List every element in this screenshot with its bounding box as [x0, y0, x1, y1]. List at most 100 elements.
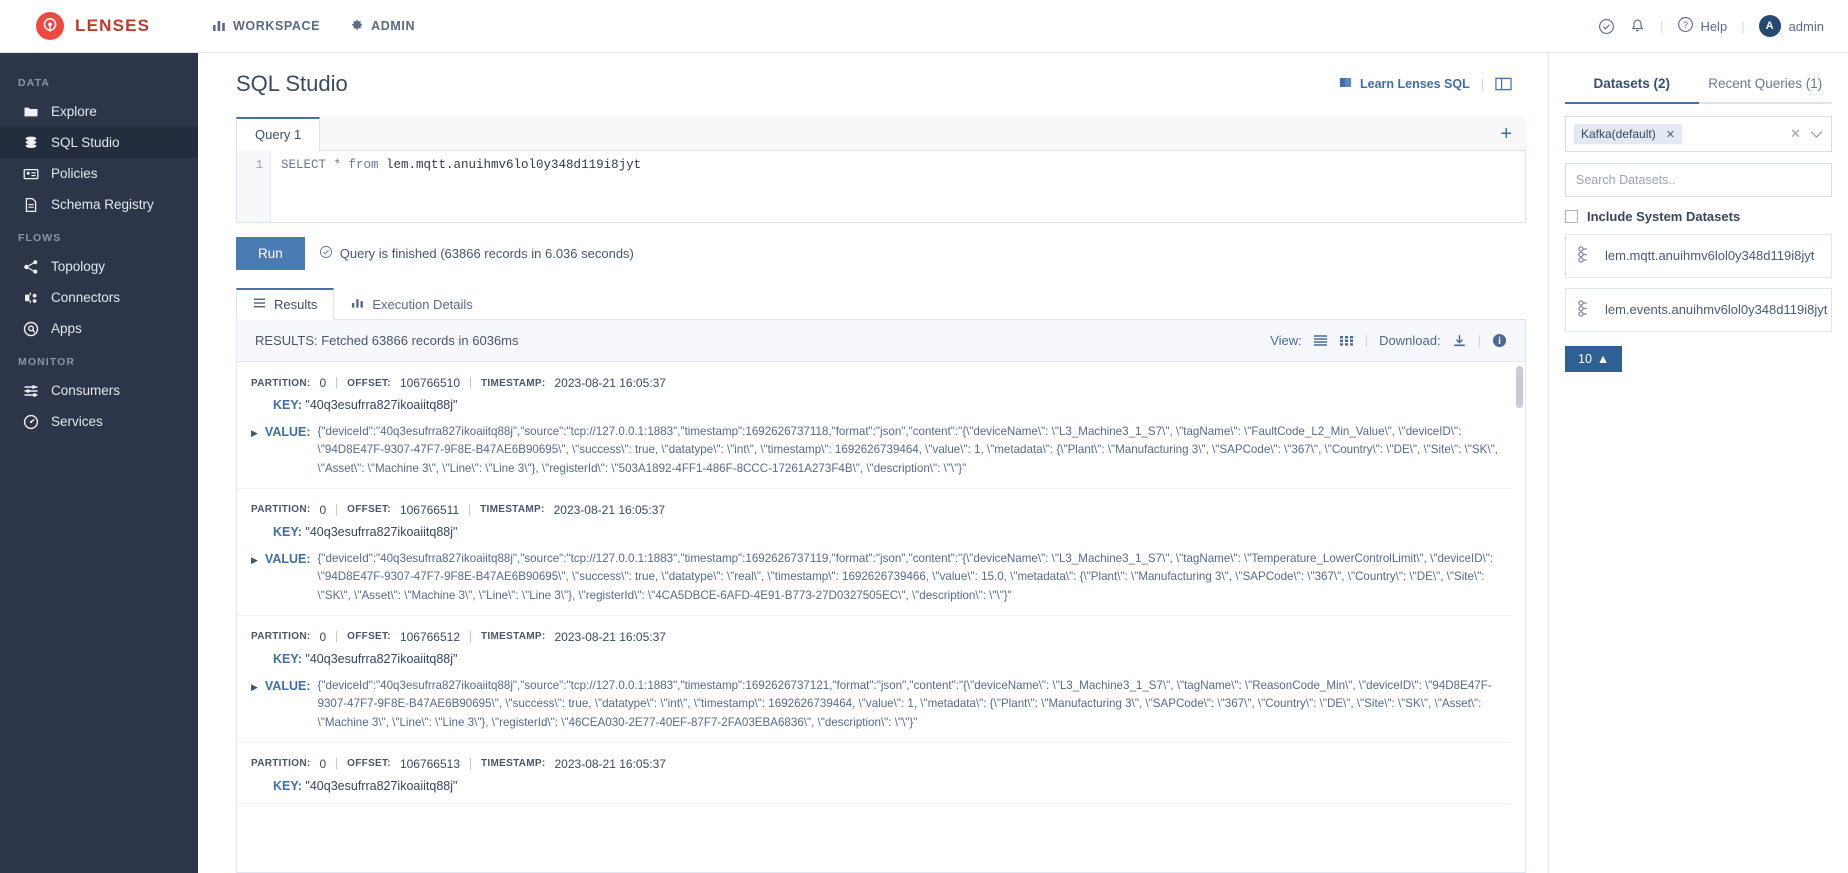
toggle-panel-icon[interactable] [1495, 76, 1512, 92]
run-button[interactable]: Run [236, 237, 305, 270]
record-meta: PARTITION: 0 | OFFSET: 106766510 | TIMES… [251, 376, 1501, 390]
sidebar-item-schema-registry[interactable]: Schema Registry [0, 189, 198, 220]
divider: | [468, 504, 471, 516]
page-header: SQL Studio Learn Lenses SQL | [236, 71, 1526, 97]
results-view-controls: View: | Download: | [1270, 333, 1507, 348]
results-summary-label: RESULTS: Fetched 63866 records in 6036ms [255, 333, 519, 348]
sidebar-item-apps[interactable]: Apps [0, 313, 198, 344]
brand[interactable]: LENSES [0, 12, 198, 40]
tab-results[interactable]: Results [236, 288, 334, 320]
sidebar-item-connectors[interactable]: Connectors [0, 282, 198, 313]
record-key: KEY: "40q3esufrra827ikoaiitq88j" [273, 779, 1501, 793]
view-grid-icon[interactable] [1339, 334, 1354, 347]
sidebar-item-label: Explore [51, 104, 97, 119]
search-datasets-input[interactable] [1566, 164, 1831, 196]
dataset-item-mqtt[interactable]: lem.mqtt.anuihmv6lol0y348d119i8jyt [1565, 234, 1832, 278]
record-key: KEY: "40q3esufrra827ikoaiitq88j" [273, 398, 1501, 412]
top-nav-workspace[interactable]: WORKSPACE [212, 18, 320, 35]
right-panel: Datasets (2) Recent Queries (1) Kafka(de… [1548, 53, 1848, 873]
remove-chip-icon[interactable]: ✕ [1666, 128, 1675, 141]
divider: | [1660, 19, 1663, 34]
record-row: PARTITION: 0 | OFFSET: 106766510 | TIMES… [237, 362, 1511, 489]
timestamp-label: TIMESTAMP: [480, 504, 544, 515]
run-row: Run Query is finished (63866 records in … [236, 237, 1526, 270]
offset-value: 106766511 [400, 503, 459, 517]
sidebar-item-explore[interactable]: Explore [0, 96, 198, 127]
tab-execution-details[interactable]: Execution Details [334, 289, 489, 319]
check-circle-icon [319, 245, 333, 262]
topic-icon [1578, 300, 1593, 320]
expand-caret-icon[interactable]: ▶ [251, 423, 258, 478]
include-system-datasets-checkbox[interactable] [1565, 210, 1578, 223]
connection-chip: Kafka(default) ✕ [1574, 124, 1682, 144]
page-size-label: 10 [1578, 352, 1592, 366]
query-status: Query is finished (63866 records in 6.03… [319, 245, 634, 262]
sidebar-item-sql-studio[interactable]: SQL Studio [0, 127, 198, 158]
query-table: lem.mqtt.anuihmv6lol0y348d119i8jyt [386, 158, 641, 172]
sidebar-item-label: Topology [51, 259, 105, 274]
record-meta: PARTITION: 0 | OFFSET: 106766513 | TIMES… [251, 757, 1501, 771]
sql-editor[interactable]: 1 SELECT * from lem.mqtt.anuihmv6lol0y34… [236, 151, 1526, 223]
offset-label: OFFSET: [347, 504, 391, 515]
partition-value: 0 [319, 630, 326, 644]
timestamp-label: TIMESTAMP: [481, 758, 545, 769]
editor-code[interactable]: SELECT * from lem.mqtt.anuihmv6lol0y348d… [271, 151, 1525, 222]
sidebar-item-label: Connectors [51, 290, 120, 305]
bell-icon[interactable] [1629, 18, 1646, 35]
query-tab-1[interactable]: Query 1 [236, 117, 320, 151]
partition-label: PARTITION: [251, 758, 310, 769]
include-system-datasets-label: Include System Datasets [1587, 209, 1740, 224]
record-meta: PARTITION: 0 | OFFSET: 106766511 | TIMES… [251, 503, 1501, 517]
check-circle-icon[interactable] [1598, 18, 1615, 35]
top-nav-admin-label: ADMIN [371, 19, 415, 33]
sidebar-item-consumers[interactable]: Consumers [0, 375, 198, 406]
tab-recent-queries[interactable]: Recent Queries (1) [1699, 67, 1833, 104]
help-button[interactable]: ? Help [1677, 16, 1727, 36]
view-list-icon[interactable] [1313, 334, 1328, 347]
record-meta: PARTITION: 0 | OFFSET: 106766512 | TIMES… [251, 630, 1501, 644]
divider: | [335, 377, 338, 389]
page-size-button[interactable]: 10 ▲ [1565, 346, 1622, 372]
query-status-label: Query is finished (63866 records in 6.03… [340, 246, 634, 261]
divider: | [469, 631, 472, 643]
expand-caret-icon[interactable]: ▶ [251, 550, 258, 605]
caret-up-icon: ▲ [1597, 352, 1609, 366]
include-system-datasets-row[interactable]: Include System Datasets [1565, 209, 1832, 224]
book-icon [1338, 75, 1353, 93]
query-tabs: Query 1 + [236, 117, 1526, 151]
top-nav-admin[interactable]: ADMIN [350, 18, 415, 35]
tab-datasets[interactable]: Datasets (2) [1565, 67, 1699, 104]
partition-label: PARTITION: [251, 378, 310, 389]
dataset-item-events[interactable]: lem.events.anuihmv6lol0y348d119i8jyt [1565, 288, 1832, 332]
sidebar-item-topology[interactable]: Topology [0, 251, 198, 282]
offset-label: OFFSET: [347, 758, 391, 769]
clear-selection-icon[interactable]: ✕ [1790, 126, 1801, 142]
learn-lenses-sql-link[interactable]: Learn Lenses SQL [1338, 75, 1470, 93]
file-icon [22, 196, 39, 213]
value-label: VALUE: [265, 423, 311, 478]
key-label: KEY: [273, 652, 302, 666]
record-row: PARTITION: 0 | OFFSET: 106766512 | TIMES… [237, 616, 1511, 743]
connection-select[interactable]: Kafka(default) ✕ ✕ [1565, 116, 1832, 152]
record-key: KEY: "40q3esufrra827ikoaiitq88j" [273, 525, 1501, 539]
dataset-item-label: lem.events.anuihmv6lol0y348d119i8jyt [1605, 301, 1827, 319]
info-icon[interactable] [1492, 333, 1507, 348]
user-menu[interactable]: A admin [1759, 15, 1824, 37]
record-row: PARTITION: 0 | OFFSET: 106766511 | TIMES… [237, 489, 1511, 616]
add-query-tab-button[interactable]: + [1500, 124, 1526, 144]
learn-lenses-sql-label: Learn Lenses SQL [1360, 77, 1470, 91]
top-bar-actions: | ? Help | A admin [1598, 15, 1848, 37]
download-icon[interactable] [1452, 334, 1467, 348]
value-label: VALUE: [265, 677, 311, 732]
search-datasets-box[interactable] [1565, 163, 1832, 197]
results-scrollbar[interactable] [1516, 366, 1523, 408]
record-key: KEY: "40q3esufrra827ikoaiitq88j" [273, 652, 1501, 666]
chevron-down-icon[interactable] [1810, 130, 1823, 139]
timestamp-value: 2023-08-21 16:05:37 [554, 503, 665, 517]
divider: | [1741, 19, 1744, 34]
expand-caret-icon[interactable]: ▶ [251, 677, 258, 732]
partition-label: PARTITION: [251, 504, 310, 515]
center-column: SQL Studio Learn Lenses SQL | [198, 53, 1548, 873]
sidebar-item-services[interactable]: Services [0, 406, 198, 437]
sidebar-item-policies[interactable]: Policies [0, 158, 198, 189]
